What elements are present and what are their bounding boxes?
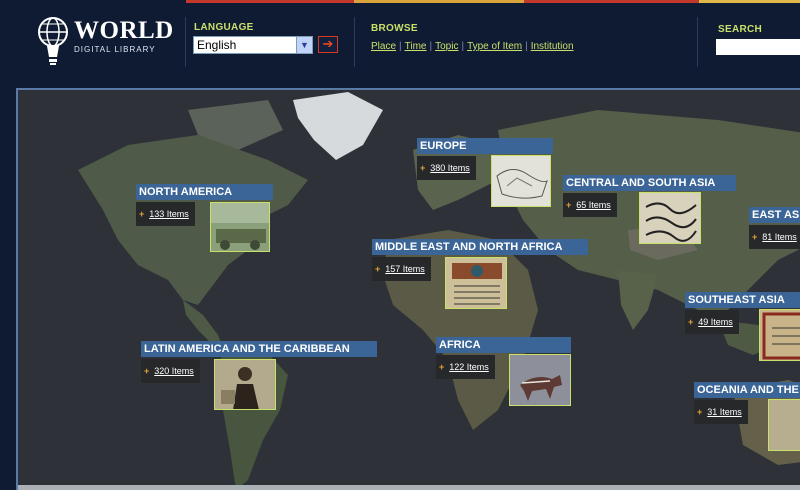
region-thumbnail[interactable] <box>445 257 507 309</box>
logo-subtitle: DIGITAL LIBRARY <box>74 45 156 54</box>
region-thumbnail[interactable] <box>759 309 800 361</box>
illuminated-page <box>760 310 800 360</box>
plus-icon: + <box>566 200 572 210</box>
region-title[interactable]: SOUTHEAST ASIA <box>685 292 800 308</box>
region-north-america[interactable]: NORTH AMERICA +133 Items <box>136 184 273 252</box>
region-title[interactable]: NORTH AMERICA <box>136 184 273 200</box>
manuscript <box>446 258 506 308</box>
divider <box>354 17 355 67</box>
region-item-count[interactable]: +81 Items <box>749 225 800 249</box>
browse-link-time[interactable]: Time <box>405 41 427 52</box>
region-title[interactable]: CENTRAL AND SOUTH ASIA <box>563 175 736 191</box>
plus-icon: + <box>375 264 381 274</box>
region-title[interactable]: LATIN AMERICA AND THE CARIBBEAN <box>141 341 377 357</box>
region-item-count[interactable]: +31 Items <box>694 400 748 424</box>
region-middle-east-and-north-africa[interactable]: MIDDLE EAST AND NORTH AFRICA +157 Items <box>372 239 588 309</box>
language-go-button[interactable]: ➔ <box>318 36 338 53</box>
browse-link-type-of-item[interactable]: Type of Item <box>467 41 522 52</box>
region-items-link[interactable]: 320 Items <box>154 366 194 376</box>
region-southeast-asia[interactable]: SOUTHEAST ASIA +49 Items <box>685 292 800 361</box>
language-selected-value: English <box>197 38 237 52</box>
chevron-down-icon[interactable]: ▼ <box>296 37 312 53</box>
region-items-link[interactable]: 65 Items <box>576 200 611 210</box>
region-item-count[interactable]: +133 Items <box>136 202 195 226</box>
region-items-link[interactable]: 122 Items <box>449 362 489 372</box>
region-thumbnail[interactable] <box>210 202 270 252</box>
region-title[interactable]: OCEANIA AND THE PACIFIC <box>694 382 800 398</box>
world-map-image <box>18 90 800 490</box>
plus-icon: + <box>420 163 426 173</box>
language-select[interactable]: English ▼ <box>193 36 313 54</box>
region-europe[interactable]: EUROPE +380 Items <box>417 138 553 207</box>
portrait-photo <box>215 360 275 409</box>
region-items-link[interactable]: 157 Items <box>385 264 425 274</box>
region-thumbnail[interactable] <box>491 155 551 207</box>
site-header: WORLD DIGITAL LIBRARY LANGUAGE English ▼… <box>0 3 800 86</box>
region-central-and-south-asia[interactable]: CENTRAL AND SOUTH ASIA +65 Items <box>563 175 736 244</box>
region-items-link[interactable]: 81 Items <box>762 232 797 242</box>
browse-label: BROWSE <box>371 23 418 34</box>
browse-link-place[interactable]: Place <box>371 41 396 52</box>
region-title[interactable]: EUROPE <box>417 138 553 154</box>
region-thumbnail[interactable] <box>214 359 276 410</box>
plus-icon: + <box>688 317 694 327</box>
divider <box>697 17 698 67</box>
search-input[interactable] <box>716 39 800 55</box>
logo-wordmark: WORLD <box>74 17 174 44</box>
region-item-count[interactable]: +320 Items <box>141 359 200 383</box>
divider <box>185 17 186 67</box>
region-items-link[interactable]: 133 Items <box>149 209 189 219</box>
map-drawing <box>492 156 550 206</box>
oceania-thumbnail <box>769 400 800 450</box>
language-label: LANGUAGE <box>194 22 254 33</box>
region-oceania-and-the-pacific[interactable]: OCEANIA AND THE PACIFIC +31 Items <box>694 382 800 451</box>
plus-icon: + <box>144 366 150 376</box>
browse-link-institution[interactable]: Institution <box>531 41 574 52</box>
wagon-photo <box>211 203 269 251</box>
region-thumbnail[interactable] <box>768 399 800 451</box>
globe-lightbulb-icon <box>38 17 68 65</box>
site-logo[interactable]: WORLD DIGITAL LIBRARY <box>36 15 173 70</box>
region-item-count[interactable]: +49 Items <box>685 310 739 334</box>
search-label: SEARCH <box>718 24 763 35</box>
world-map[interactable]: NORTH AMERICA +133 Items EUROPE +380 Ite… <box>16 88 800 490</box>
region-item-count[interactable]: +65 Items <box>563 193 617 217</box>
region-items-link[interactable]: 49 Items <box>698 317 733 327</box>
plus-icon: + <box>139 209 145 219</box>
region-title[interactable]: AFRICA <box>436 337 571 353</box>
region-africa[interactable]: AFRICA +122 Items <box>436 337 571 406</box>
calligraphy <box>640 193 700 243</box>
region-east-asia[interactable]: EAST ASIA +81 Items <box>749 207 800 249</box>
region-item-count[interactable]: +157 Items <box>372 257 431 281</box>
region-thumbnail[interactable] <box>509 354 571 406</box>
region-item-count[interactable]: +380 Items <box>417 156 476 180</box>
browse-links: Place | Time | Topic | Type of Item | Institutio… <box>371 41 574 52</box>
browse-link-topic[interactable]: Topic <box>435 41 458 52</box>
region-title[interactable]: EAST ASIA <box>749 207 800 223</box>
region-item-count[interactable]: +122 Items <box>436 355 495 379</box>
plus-icon: + <box>752 232 758 242</box>
plus-icon: + <box>439 362 445 372</box>
rock-painting <box>510 355 570 405</box>
arrow-right-icon: ➔ <box>322 36 334 51</box>
region-items-link[interactable]: 31 Items <box>707 407 742 417</box>
region-thumbnail[interactable] <box>639 192 701 244</box>
region-items-link[interactable]: 380 Items <box>430 163 470 173</box>
region-title[interactable]: MIDDLE EAST AND NORTH AFRICA <box>372 239 588 255</box>
region-latin-america-and-the-caribbean[interactable]: LATIN AMERICA AND THE CARIBBEAN +320 Ite… <box>141 341 377 410</box>
plus-icon: + <box>697 407 703 417</box>
